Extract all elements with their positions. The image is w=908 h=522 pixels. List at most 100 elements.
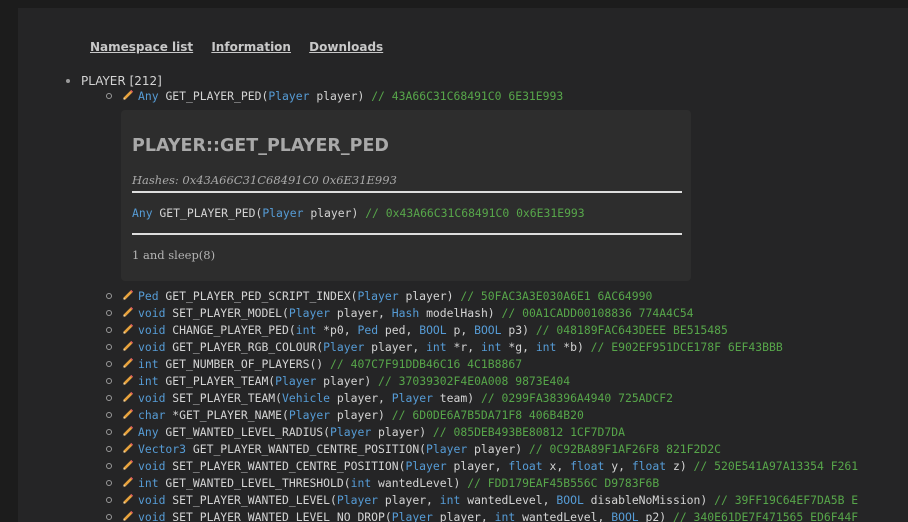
native-text: player) bbox=[467, 442, 523, 456]
native-text: SET_PLAYER_WANTED_LEVEL_NO_DROP( bbox=[165, 510, 392, 522]
namespace-category[interactable]: PLAYER [212] bbox=[66, 74, 162, 88]
native-text: p, bbox=[446, 323, 475, 337]
pencil-icon bbox=[122, 459, 134, 471]
native-type: Player bbox=[357, 289, 399, 303]
native-hash-comment: // 0299FA38396A4940 725ADCF2 bbox=[474, 391, 673, 405]
native-detail-hashes: Hashes: 0x43A66C31C68491C0 0x6E31E993 bbox=[132, 173, 397, 187]
native-type: int bbox=[295, 323, 317, 337]
native-row[interactable]: void SET_PLAYER_MODEL(Player player, Has… bbox=[106, 305, 858, 322]
native-type: void bbox=[138, 510, 166, 522]
native-hash-comment: // 00A1CADD00108836 774A4C54 bbox=[494, 306, 694, 320]
native-row[interactable]: char *GET_PLAYER_NAME(Player player) // … bbox=[106, 407, 858, 424]
nav-namespace-list-link[interactable]: Namespace list bbox=[90, 40, 193, 54]
pencil-icon bbox=[122, 289, 134, 301]
nav-downloads-link[interactable]: Downloads bbox=[309, 40, 383, 54]
native-type: int bbox=[138, 357, 159, 371]
pencil-icon bbox=[122, 510, 134, 522]
native-text: wantedLevel) bbox=[371, 476, 461, 490]
circle-bullet-icon bbox=[106, 309, 112, 316]
circle-bullet-icon bbox=[106, 92, 112, 99]
native-type: Player bbox=[323, 340, 365, 354]
native-hash-comment: // 39FF19C64EF7DA5B E bbox=[707, 493, 859, 507]
native-text: z) bbox=[666, 459, 687, 473]
native-type: Player bbox=[391, 510, 433, 522]
native-row[interactable]: void SET_PLAYER_WANTED_LEVEL_NO_DROP(Pla… bbox=[106, 509, 858, 522]
native-text: player) bbox=[330, 408, 385, 422]
native-row[interactable]: Any GET_PLAYER_PED(Player player) // 43A… bbox=[106, 88, 563, 105]
top-nav: Namespace list Information Downloads bbox=[90, 40, 397, 54]
native-type: Player bbox=[330, 425, 372, 439]
native-text: player, bbox=[330, 391, 392, 405]
native-text: team) bbox=[432, 391, 475, 405]
native-type: BOOL bbox=[556, 493, 584, 507]
circle-bullet-icon bbox=[106, 411, 112, 418]
circle-bullet-icon bbox=[106, 428, 112, 435]
native-row[interactable]: Any GET_WANTED_LEVEL_RADIUS(Player playe… bbox=[106, 424, 858, 441]
pencil-icon bbox=[122, 391, 134, 403]
native-hash-comment: // 43A66C31C68491C0 6E31E993 bbox=[371, 89, 564, 103]
native-row[interactable]: int GET_PLAYER_TEAM(Player player) // 37… bbox=[106, 373, 858, 390]
native-type: float bbox=[570, 459, 605, 473]
native-type: Ped bbox=[357, 323, 379, 337]
native-type: void bbox=[138, 493, 166, 507]
pencil-icon bbox=[122, 340, 134, 352]
native-type: int bbox=[426, 340, 447, 354]
category-count: [212] bbox=[129, 74, 162, 88]
native-detail-description: 1 and sleep(8) bbox=[132, 248, 216, 262]
native-row[interactable]: void GET_PLAYER_RGB_COLOUR(Player player… bbox=[106, 339, 858, 356]
pencil-icon bbox=[122, 306, 134, 318]
native-type: Ped bbox=[138, 289, 159, 303]
pencil-icon bbox=[122, 323, 134, 335]
native-row[interactable]: void CHANGE_PLAYER_PED(int *p0, Ped ped,… bbox=[106, 322, 858, 339]
native-row[interactable]: void SET_PLAYER_TEAM(Vehicle player, Pla… bbox=[106, 390, 858, 407]
pencil-icon bbox=[122, 476, 134, 488]
native-text: CHANGE_PLAYER_PED( bbox=[165, 323, 296, 337]
native-type: BOOL bbox=[419, 323, 447, 337]
native-type: Any bbox=[138, 425, 159, 439]
native-detail-panel: PLAYER::GET_PLAYER_PED Hashes: 0x43A66C3… bbox=[121, 110, 691, 281]
native-text: SET_PLAYER_TEAM( bbox=[165, 391, 283, 405]
native-text: p3) bbox=[501, 323, 529, 337]
native-text: GET_PLAYER_WANTED_CENTRE_POSITION( bbox=[186, 442, 427, 456]
page: Namespace list Information Downloads PLA… bbox=[18, 8, 908, 522]
native-text: modelHash) bbox=[419, 306, 495, 320]
sig-param: player) bbox=[303, 206, 359, 220]
native-hash-comment: // 085DEB493BE80812 1CF7D7DA bbox=[426, 425, 625, 439]
native-type: Vehicle bbox=[282, 391, 331, 405]
native-return-type: Any bbox=[138, 89, 159, 103]
native-type: void bbox=[138, 340, 166, 354]
circle-bullet-icon bbox=[106, 496, 112, 503]
native-hash-comment: // 0C92BA89F1AF26F8 821F2D2C bbox=[522, 442, 721, 456]
native-text: ped, bbox=[378, 323, 420, 337]
native-type: float bbox=[631, 459, 667, 473]
native-row[interactable]: Ped GET_PLAYER_PED_SCRIPT_INDEX(Player p… bbox=[106, 288, 858, 305]
pencil-icon bbox=[122, 408, 134, 420]
native-text: player, bbox=[378, 493, 440, 507]
sig-param-type: Player bbox=[262, 206, 304, 220]
native-name[interactable]: GET_PLAYER_PED bbox=[165, 89, 261, 103]
native-text: GET_PLAYER_RGB_COLOUR( bbox=[165, 340, 324, 354]
native-hash-comment: // 37039302F4E0A008 9873E404 bbox=[371, 374, 571, 388]
native-row[interactable]: void SET_PLAYER_WANTED_CENTRE_POSITION(P… bbox=[106, 458, 858, 475]
native-text: SET_PLAYER_WANTED_LEVEL( bbox=[165, 493, 337, 507]
native-type: Player bbox=[426, 442, 468, 456]
native-row[interactable]: int GET_WANTED_LEVEL_THRESHOLD(int wante… bbox=[106, 475, 858, 492]
native-row[interactable]: Vector3 GET_PLAYER_WANTED_CENTRE_POSITIO… bbox=[106, 441, 858, 458]
native-text: p2) bbox=[638, 510, 667, 522]
pencil-icon bbox=[122, 357, 134, 369]
native-hash-comment: // 6D0DE6A7B5DA71F8 406B4B20 bbox=[384, 408, 584, 422]
native-text: player, bbox=[446, 459, 509, 473]
native-type: BOOL bbox=[611, 510, 639, 522]
native-row[interactable]: int GET_NUMBER_OF_PLAYERS() // 407C7F91D… bbox=[106, 356, 858, 373]
native-text: *GET_PLAYER_NAME( bbox=[165, 408, 289, 422]
native-type: int bbox=[439, 493, 461, 507]
native-text: GET_NUMBER_OF_PLAYERS() bbox=[158, 357, 324, 371]
native-list-first: Any GET_PLAYER_PED(Player player) // 43A… bbox=[106, 88, 563, 105]
circle-bullet-icon bbox=[106, 513, 112, 520]
native-type: Hash bbox=[391, 306, 420, 320]
native-type: Player bbox=[288, 408, 331, 422]
native-row[interactable]: void SET_PLAYER_WANTED_LEVEL(Player play… bbox=[106, 492, 858, 509]
native-text: player, bbox=[364, 340, 427, 354]
native-text: disableNoMission) bbox=[583, 493, 708, 507]
nav-information-link[interactable]: Information bbox=[211, 40, 291, 54]
